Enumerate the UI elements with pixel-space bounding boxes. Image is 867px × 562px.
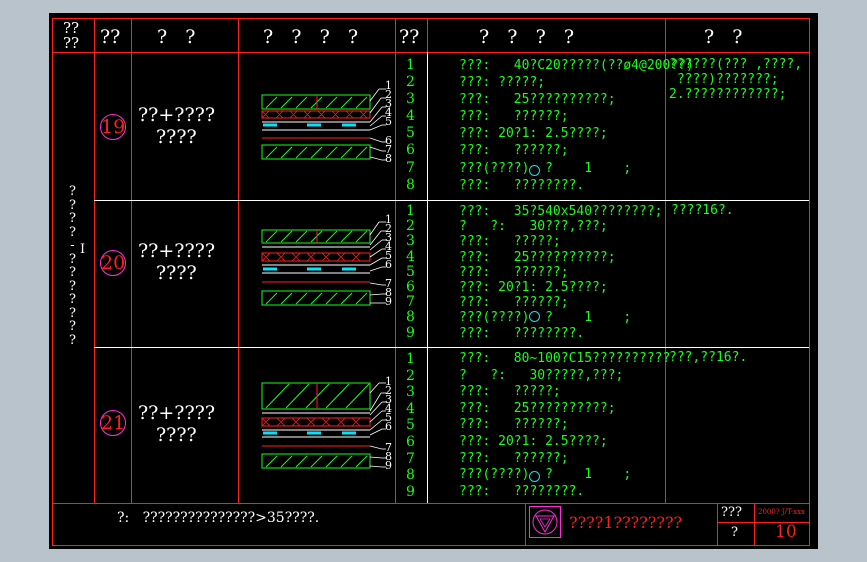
- leader-numbers: 1 2 3 4 5 6: [385, 375, 392, 433]
- title-block-sublabel: ?: [731, 525, 738, 540]
- logo-icon: [529, 506, 561, 538]
- title-block-label: ???: [721, 505, 742, 520]
- circle-mark-icon: [529, 165, 540, 176]
- sheet-number: 10: [775, 522, 797, 542]
- title-block-code: 2000? J/T-xxx: [758, 508, 805, 516]
- construction-text: ???: 80~100?C15?????????? ? ?: 30?????,?…: [459, 351, 671, 499]
- drawing-title: ????1????????: [569, 513, 683, 532]
- row-note: ???,??16?.: [669, 350, 748, 365]
- layer-number-list: 1 2 3 4 5 6 7 8 9: [406, 351, 415, 500]
- footer-note: ?: ???????????????>35????.: [117, 510, 320, 526]
- drawing-sheet: ?? ?? ?? ? ? ? ? ? ? ?? ? ? ? ? ? ? ? ? …: [49, 13, 818, 549]
- circle-mark-icon: [529, 311, 540, 322]
- leader-numbers-lower: 7 8 9: [385, 441, 392, 472]
- circle-mark-icon: [529, 471, 540, 482]
- section-diagram: [261, 382, 386, 469]
